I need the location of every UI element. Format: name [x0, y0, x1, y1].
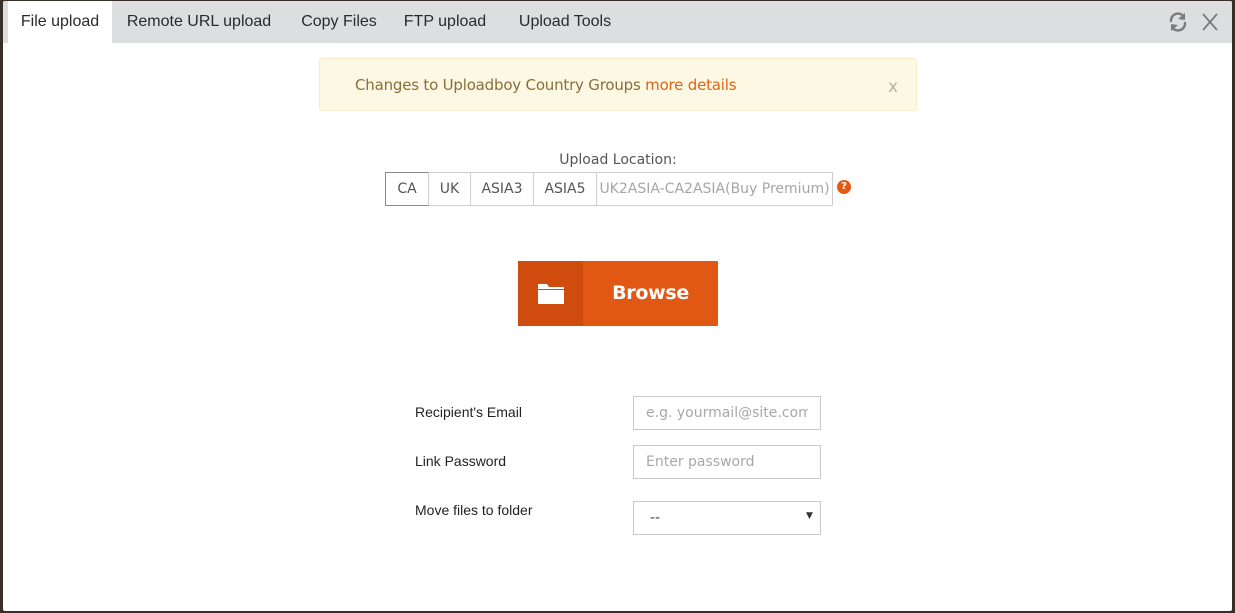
upload-dialog: File upload Remote URL upload Copy Files…	[3, 1, 1232, 611]
move-folder-label: Move files to folder	[415, 502, 533, 518]
location-option-ca[interactable]: CA	[385, 172, 429, 206]
notice-close-button[interactable]: x	[888, 77, 898, 97]
folder-icon	[538, 284, 564, 304]
move-folder-select[interactable]: -- ▼	[633, 501, 821, 535]
notice-text: Changes to Uploadboy Country Groups more…	[355, 76, 737, 94]
upload-location-selector: CA UK ASIA3 ASIA5 UK2ASIA-CA2ASIA(Buy Pr…	[385, 172, 833, 206]
location-option-premium[interactable]: UK2ASIA-CA2ASIA(Buy Premium)	[597, 172, 833, 206]
tab-ftp-upload[interactable]: FTP upload	[395, 1, 495, 43]
move-folder-value: --	[650, 510, 661, 526]
browse-button[interactable]: Browse	[518, 261, 718, 326]
recipient-email-input[interactable]	[633, 396, 821, 430]
more-details-link[interactable]: more details	[645, 76, 736, 94]
refresh-icon[interactable]	[1167, 11, 1189, 33]
chevron-down-icon: ▼	[806, 511, 813, 521]
tab-file-upload[interactable]: File upload	[8, 1, 112, 43]
browse-icon-box	[518, 261, 583, 326]
tab-upload-tools[interactable]: Upload Tools	[506, 1, 624, 43]
close-icon[interactable]	[1199, 11, 1221, 33]
tab-bar: File upload Remote URL upload Copy Files…	[3, 1, 1232, 43]
notice-message: Changes to Uploadboy Country Groups	[355, 76, 646, 94]
notice-banner: Changes to Uploadboy Country Groups more…	[319, 58, 917, 111]
link-password-input[interactable]	[633, 445, 821, 479]
recipient-email-label: Recipient's Email	[415, 404, 522, 420]
location-option-uk[interactable]: UK	[429, 172, 471, 206]
help-icon[interactable]: ?	[837, 180, 851, 194]
tab-remote-url-upload[interactable]: Remote URL upload	[115, 1, 283, 43]
upload-location-label: Upload Location:	[559, 152, 677, 168]
location-option-asia5[interactable]: ASIA5	[534, 172, 597, 206]
location-option-asia3[interactable]: ASIA3	[471, 172, 534, 206]
link-password-label: Link Password	[415, 453, 507, 469]
browse-label: Browse	[612, 282, 689, 304]
tab-copy-files[interactable]: Copy Files	[289, 1, 389, 43]
